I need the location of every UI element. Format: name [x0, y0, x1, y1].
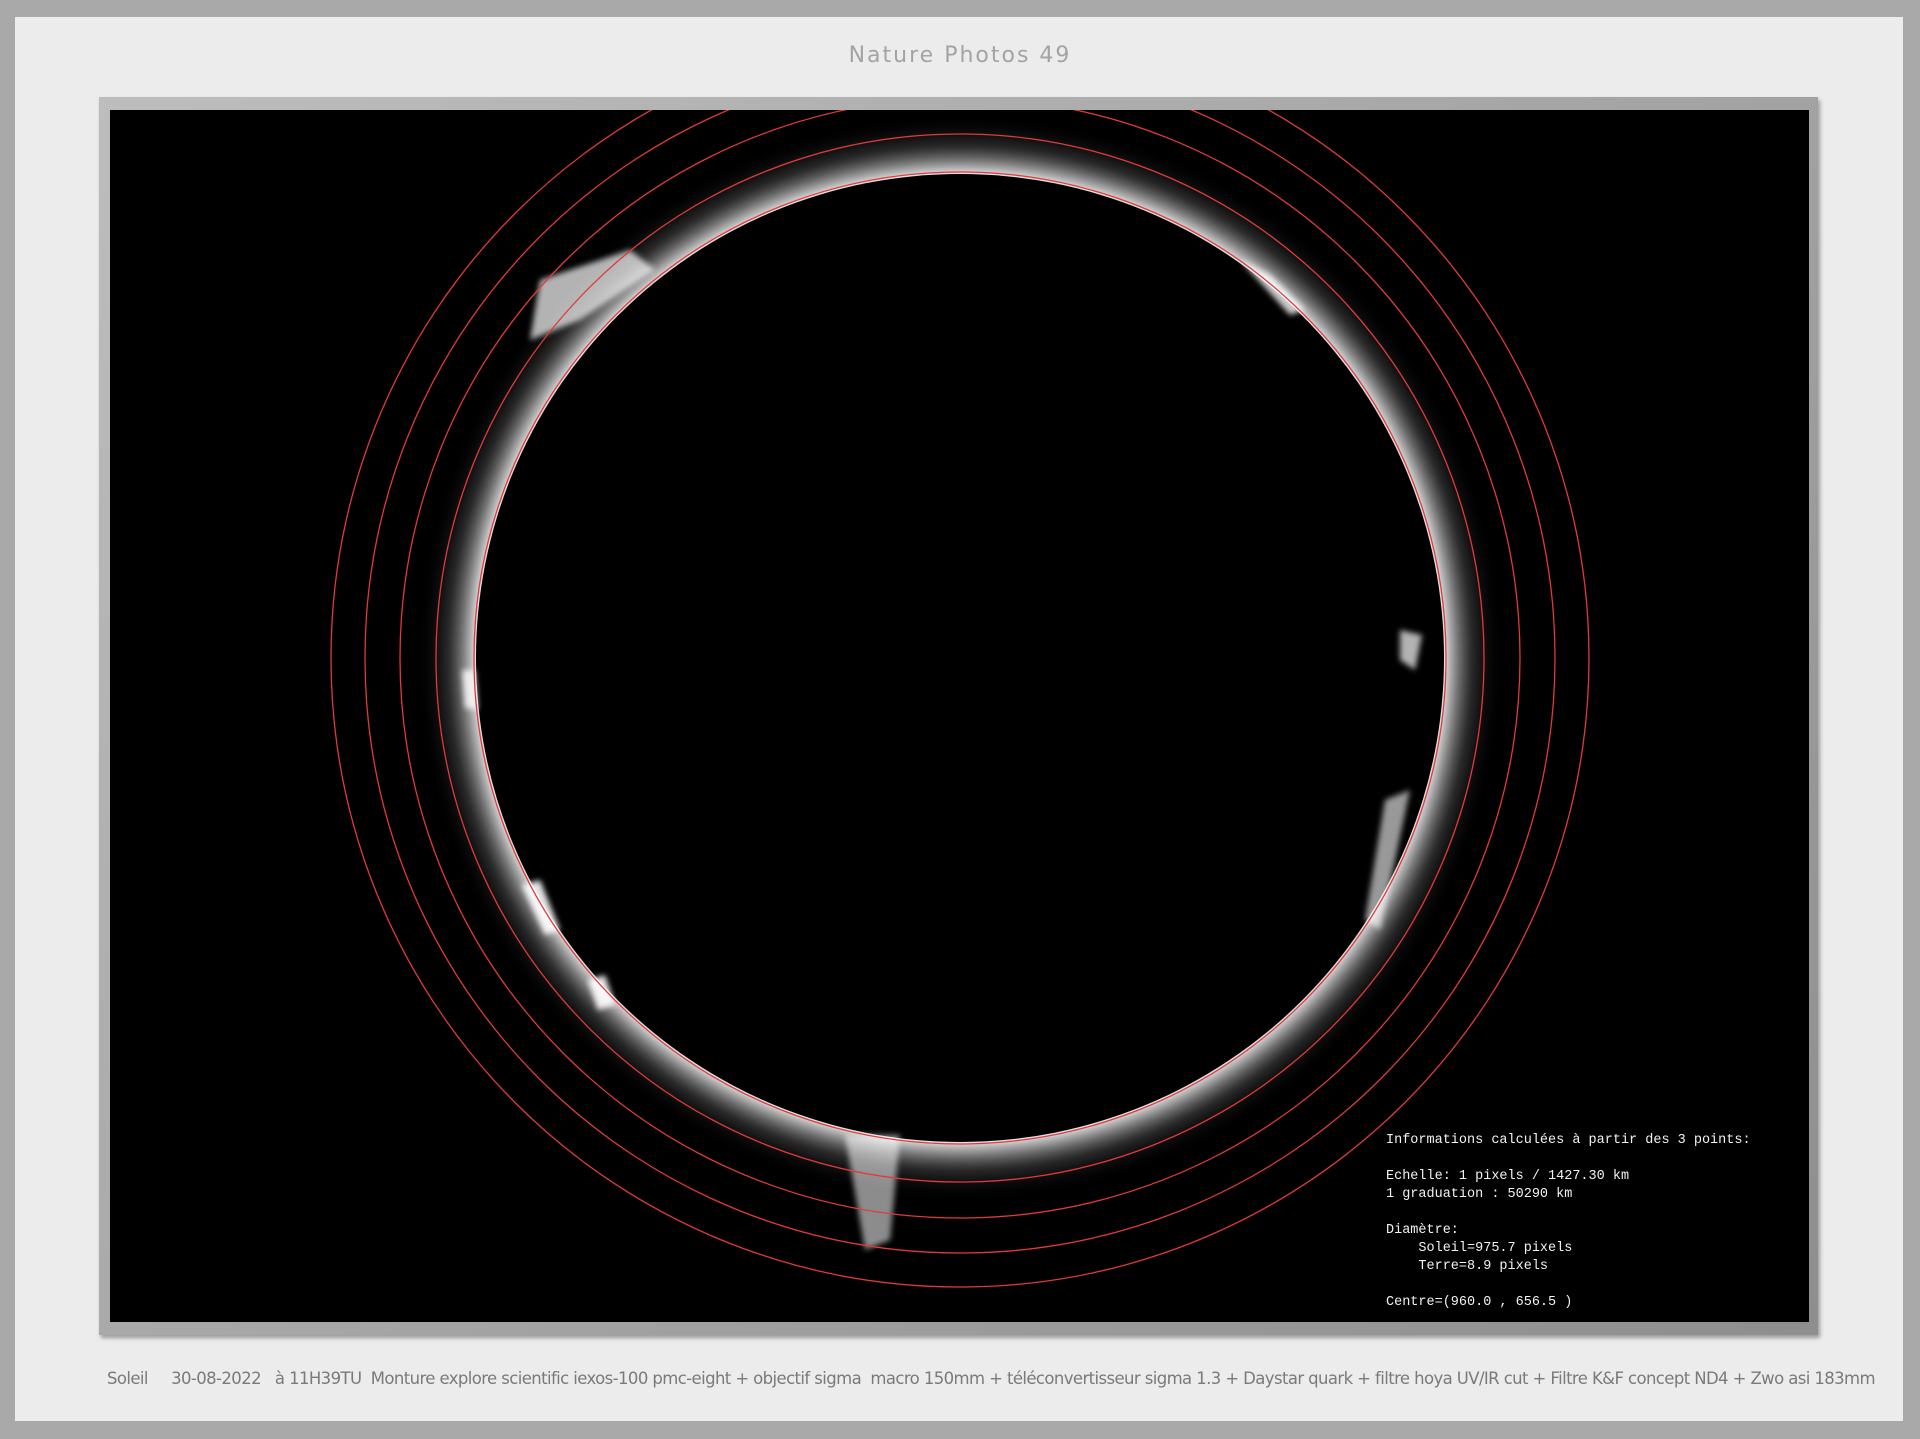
prominence: [845, 1135, 900, 1250]
info-sun-diameter: Soleil=975.7 pixels: [1386, 1241, 1573, 1256]
sun-disk-mask: [476, 174, 1444, 1142]
info-scale: Echelle: 1 pixels / 1427.30 km: [1386, 1169, 1630, 1184]
info-earth-diameter: Terre=8.9 pixels: [1386, 1259, 1549, 1274]
info-centre: Centre=(960.0 , 656.5 ): [1386, 1295, 1573, 1310]
info-diameter-label: Diamètre:: [1386, 1223, 1459, 1238]
photo-caption: Soleil 30-08-2022 à 11H39TU Monture expl…: [107, 1369, 1876, 1388]
info-heading: Informations calculées à partir des 3 po…: [1386, 1133, 1751, 1148]
info-graduation: 1 graduation : 50290 km: [1386, 1187, 1573, 1202]
page-title: Nature Photos 49: [848, 43, 1072, 68]
info-overlay: Informations calculées à partir des 3 po…: [1386, 1132, 1751, 1312]
sun-photo: Informations calculées à partir des 3 po…: [110, 110, 1809, 1322]
